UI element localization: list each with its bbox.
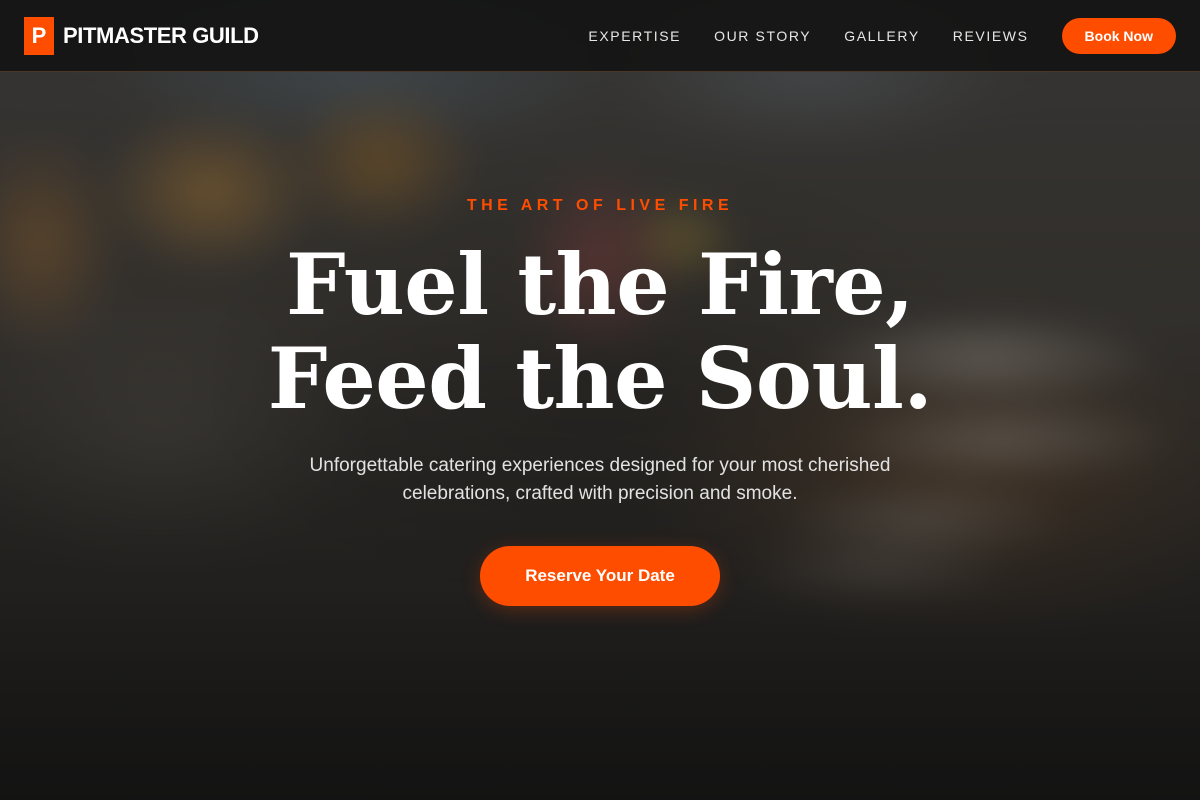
hero-headline-line-1: Fuel the Fire, bbox=[286, 235, 914, 334]
top-navbar: P PITMASTER GUILD EXPERTISE OUR STORY GA… bbox=[0, 0, 1200, 72]
main-nav: EXPERTISE OUR STORY GALLERY REVIEWS Book… bbox=[588, 17, 1176, 54]
nav-link-expertise[interactable]: EXPERTISE bbox=[588, 28, 681, 44]
hero-headline-line-2: Feed the Soul. bbox=[267, 329, 933, 428]
brand-name: PITMASTER GUILD bbox=[63, 22, 259, 48]
hero-eyebrow: THE ART OF LIVE FIRE bbox=[466, 197, 734, 214]
brand-logo[interactable]: P PITMASTER GUILD bbox=[24, 16, 259, 55]
nav-link-reviews[interactable]: REVIEWS bbox=[953, 28, 1029, 44]
nav-link-our-story[interactable]: OUR STORY bbox=[714, 28, 811, 44]
nav-link-gallery[interactable]: GALLERY bbox=[844, 28, 920, 44]
brand-badge-icon: P bbox=[24, 16, 54, 55]
hero-content: THE ART OF LIVE FIRE Fuel the Fire, Feed… bbox=[0, 0, 1200, 800]
reserve-date-button[interactable]: Reserve Your Date bbox=[480, 546, 720, 606]
hero-headline: Fuel the Fire, Feed the Soul. bbox=[0, 238, 1200, 426]
book-now-button[interactable]: Book Now bbox=[1061, 17, 1176, 54]
hero-subtext: Unforgettable catering experiences desig… bbox=[309, 455, 891, 504]
